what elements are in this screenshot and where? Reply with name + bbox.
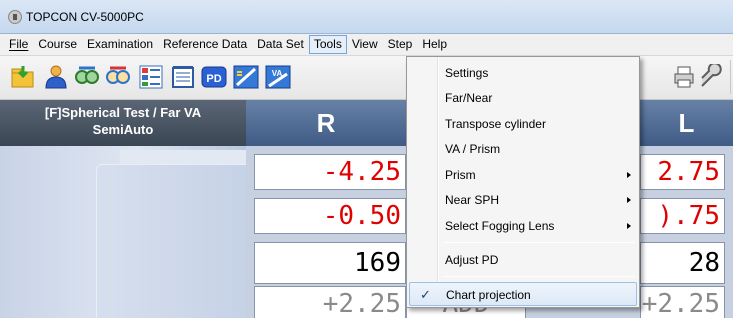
pd-icon-label: PD	[206, 73, 221, 85]
right-axis-value[interactable]: 169	[254, 242, 406, 284]
menu-item-adjust-pd[interactable]: Adjust PD	[409, 248, 637, 272]
menu-item-prism[interactable]: Prism	[409, 163, 637, 187]
menu-examination[interactable]: Examination	[82, 35, 158, 54]
menu-item-transpose-cylinder[interactable]: Transpose cylinder	[409, 112, 637, 136]
topcon-app-icon[interactable]	[8, 9, 22, 24]
printer-icon[interactable]	[672, 64, 698, 90]
menu-reference-data[interactable]: Reference Data	[158, 35, 252, 54]
test-name-line1: [F]Spherical Test / Far VA	[44, 105, 202, 120]
test-name-line2: SemiAuto	[92, 122, 154, 137]
wrench-icon[interactable]	[698, 64, 724, 90]
menu-item-settings[interactable]: Settings	[409, 61, 637, 85]
left-eye-header[interactable]: L	[640, 100, 733, 146]
checkmark-icon: ✓	[420, 287, 431, 302]
submenu-arrow-icon	[627, 223, 631, 229]
toolbar-divider	[730, 60, 731, 94]
menu-item-va-prism-label: VA / Prism	[445, 142, 501, 156]
menu-step[interactable]: Step	[383, 35, 418, 54]
menu-file[interactable]: File	[4, 35, 33, 54]
notepad-icon[interactable]	[170, 64, 196, 90]
menu-item-va-prism[interactable]: VA / Prism	[409, 137, 637, 161]
left-axis-value[interactable]: 28	[640, 242, 725, 284]
left-cyl-value[interactable]: ).75	[640, 198, 725, 234]
submenu-arrow-icon	[627, 172, 631, 178]
menu-view[interactable]: View	[347, 35, 383, 54]
title-bar: TOPCON CV-5000PC	[0, 0, 733, 34]
menu-item-adjust-pd-label: Adjust PD	[445, 253, 499, 267]
va-icon[interactable]: VA	[265, 64, 291, 90]
menu-item-chart-projection[interactable]: ✓ Chart projection	[409, 282, 637, 306]
import-folder-icon[interactable]	[10, 64, 36, 90]
menu-bar: File Course Examination Reference Data D…	[0, 34, 733, 56]
menu-item-transpose-cylinder-label: Transpose cylinder	[445, 117, 546, 131]
right-add-value[interactable]: +2.25	[254, 286, 406, 318]
menu-separator	[443, 276, 635, 277]
menu-item-far-near-label: Far/Near	[445, 91, 493, 105]
window-title: TOPCON CV-5000PC	[26, 9, 144, 24]
binocular-lens-icon[interactable]	[74, 64, 100, 90]
chart-frame	[96, 164, 246, 318]
right-eye-header[interactable]: R	[246, 100, 406, 146]
menu-item-prism-label: Prism	[445, 168, 476, 182]
pd-icon[interactable]: PD	[201, 64, 227, 90]
submenu-arrow-icon	[627, 197, 631, 203]
tools-menu-dropdown: Settings Far/Near Transpose cylinder VA …	[406, 56, 640, 308]
menu-item-far-near[interactable]: Far/Near	[409, 86, 637, 110]
chart-list-icon[interactable]	[138, 64, 164, 90]
menu-item-select-fogging-lens-label: Select Fogging Lens	[445, 219, 555, 233]
test-name-header: [F]Spherical Test / Far VA SemiAuto	[0, 100, 246, 146]
menu-item-near-sph-label: Near SPH	[445, 193, 500, 207]
menu-separator	[443, 242, 635, 243]
menu-item-settings-label: Settings	[445, 66, 489, 80]
menu-tools[interactable]: Tools	[308, 35, 347, 54]
menu-course[interactable]: Course	[33, 35, 82, 54]
menu-item-near-sph[interactable]: Near SPH	[409, 188, 637, 212]
patient-icon[interactable]	[43, 64, 69, 90]
cross-cylinder-icon[interactable]	[233, 64, 259, 90]
left-sph-value[interactable]: 2.75	[640, 154, 725, 190]
menu-item-chart-projection-label: Chart projection	[446, 288, 531, 302]
binocular-lens-2-icon[interactable]	[105, 64, 131, 90]
right-sph-value[interactable]: -4.25	[254, 154, 406, 190]
menu-item-select-fogging-lens[interactable]: Select Fogging Lens	[409, 214, 637, 238]
right-cyl-value[interactable]: -0.50	[254, 198, 406, 234]
menu-data-set[interactable]: Data Set	[252, 35, 309, 54]
left-add-value[interactable]: +2.25	[640, 286, 725, 318]
chart-preview-panel	[0, 146, 246, 318]
menu-help[interactable]: Help	[417, 35, 452, 54]
